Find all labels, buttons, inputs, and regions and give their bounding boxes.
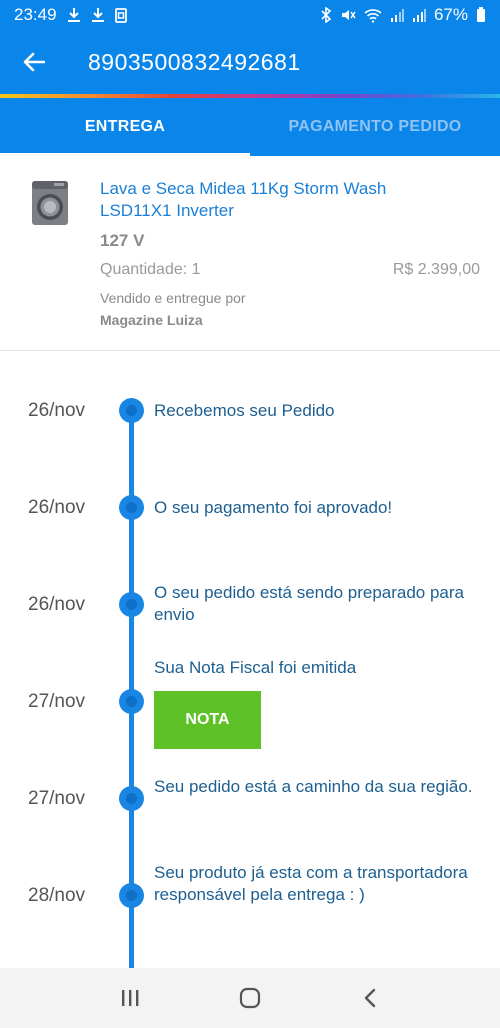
recents-button[interactable] xyxy=(100,973,160,1023)
signal-icon xyxy=(412,8,426,22)
download-icon xyxy=(91,7,105,23)
battery-icon xyxy=(476,7,486,23)
wifi-icon xyxy=(364,8,382,23)
timeline-dot xyxy=(119,495,144,520)
home-icon xyxy=(239,987,261,1009)
event-text: Sua Nota Fiscal foi emitida xyxy=(154,658,357,677)
tab-pagamento-label: PAGAMENTO PEDIDO xyxy=(288,118,462,135)
event-text: Recebemos seu Pedido xyxy=(154,401,335,420)
tab-pagamento-pedido[interactable]: PAGAMENTO PEDIDO xyxy=(250,98,500,156)
nav-back-button[interactable] xyxy=(340,973,400,1023)
back-icon xyxy=(364,988,376,1008)
timeline-dot xyxy=(119,689,144,714)
delivery-timeline: 26/nov Recebemos seu Pedido 26/nov O seu… xyxy=(0,352,500,968)
tab-bar: ENTREGA PAGAMENTO PEDIDO xyxy=(0,98,500,156)
timeline-dot xyxy=(119,786,144,811)
status-bar: 23:49 67% xyxy=(0,0,500,30)
system-nav-bar xyxy=(0,968,500,1028)
page-title: 8903500832492681 xyxy=(88,48,301,75)
product-voltage: 127 V xyxy=(100,231,145,250)
event-text: O seu pagamento foi aprovado! xyxy=(154,498,393,517)
product-name[interactable]: Lava e Seca Midea 11Kg Storm Wash LSD11X… xyxy=(100,178,440,222)
timeline-dot xyxy=(119,592,144,617)
timeline-dot xyxy=(119,883,144,908)
washer-dryer-image xyxy=(30,180,70,226)
product-quantity: Quantidade: 1 xyxy=(100,261,201,278)
app-bar: 8903500832492681 xyxy=(0,30,500,94)
status-time: 23:49 xyxy=(14,5,57,24)
event-date: 26/nov xyxy=(28,497,86,518)
recents-icon xyxy=(122,990,139,1006)
seller-name: Magazine Luiza xyxy=(100,312,203,328)
back-button[interactable] xyxy=(0,30,68,94)
download-icon xyxy=(67,7,81,23)
event-date: 26/nov xyxy=(28,594,86,615)
event-date: 27/nov xyxy=(28,788,86,809)
timeline-dot xyxy=(119,398,144,423)
battery-percent: 67% xyxy=(433,5,468,24)
tab-entrega[interactable]: ENTREGA xyxy=(0,98,250,156)
seller-label: Vendido e entregue por xyxy=(100,290,246,306)
home-button[interactable] xyxy=(220,973,280,1023)
arrow-left-icon xyxy=(23,52,45,72)
clipboard-icon xyxy=(114,7,127,23)
nota-fiscal-button[interactable]: NOTA xyxy=(154,691,261,749)
tab-entrega-label: ENTREGA xyxy=(84,118,166,135)
event-text: O seu pedido está sendo preparado para e… xyxy=(154,583,465,624)
bluetooth-icon xyxy=(320,7,332,23)
event-date: 28/nov xyxy=(28,885,86,906)
product-price: R$ 2.399,00 xyxy=(392,261,480,278)
mute-icon xyxy=(340,7,356,23)
signal-icon xyxy=(390,8,404,22)
product-card: Lava e Seca Midea 11Kg Storm Wash LSD11X… xyxy=(0,156,500,351)
event-text: Seu pedido está a caminho da sua região. xyxy=(154,777,473,796)
event-text: Seu produto já esta com a transportadora… xyxy=(154,863,468,904)
event-date: 26/nov xyxy=(28,400,86,421)
event-date: 27/nov xyxy=(28,691,86,712)
